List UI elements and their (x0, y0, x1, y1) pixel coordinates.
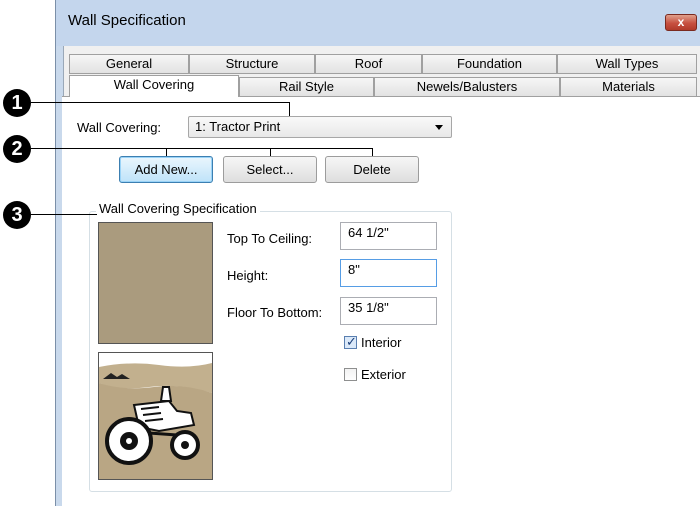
callout-2-leader-drop-a (166, 148, 167, 156)
exterior-label: Exterior (361, 367, 406, 382)
wall-covering-label: Wall Covering: (77, 120, 162, 135)
tab-wall-covering[interactable]: Wall Covering (69, 75, 239, 97)
add-new-button[interactable]: Add New... (119, 156, 213, 183)
select-button[interactable]: Select... (223, 156, 317, 183)
tab-foundation[interactable]: Foundation (422, 54, 557, 74)
color-swatch (98, 222, 213, 344)
close-button[interactable]: x (665, 14, 697, 31)
callout-1-leader-drop (289, 102, 290, 116)
callout-3-leader (31, 214, 97, 215)
callout-3: 3 (3, 201, 31, 229)
checkmark-icon: ✓ (346, 334, 357, 349)
group-title: Wall Covering Specification (96, 201, 260, 216)
callout-2-leader-drop-b (270, 148, 271, 156)
tab-rail-style[interactable]: Rail Style (239, 77, 374, 97)
interior-label: Interior (361, 335, 402, 350)
title-bar: Wall Specification x (56, 0, 700, 46)
tab-structure[interactable]: Structure (189, 54, 315, 74)
exterior-checkbox[interactable] (344, 368, 357, 381)
height-field[interactable]: 8" (340, 259, 437, 287)
tab-materials[interactable]: Materials (560, 77, 697, 97)
callout-1-leader (31, 102, 289, 103)
tractor-image (99, 353, 212, 479)
delete-button[interactable]: Delete (325, 156, 419, 183)
wall-covering-dropdown[interactable]: 1: Tractor Print (188, 116, 452, 138)
interior-checkbox[interactable]: ✓ (344, 334, 357, 349)
callout-2: 2 (3, 135, 31, 163)
tab-general[interactable]: General (69, 54, 189, 74)
tab-wall-types[interactable]: Wall Types (557, 54, 697, 74)
close-icon: x (677, 15, 685, 29)
tab-roof[interactable]: Roof (315, 54, 422, 74)
top-to-ceiling-label: Top To Ceiling: (227, 231, 313, 246)
tractor-print-preview (98, 352, 213, 480)
callout-2-leader-drop-c (372, 148, 373, 156)
chevron-down-icon (435, 125, 443, 130)
callout-2-leader (31, 148, 372, 149)
floor-to-bottom-label: Floor To Bottom: (227, 305, 323, 320)
wall-covering-selected: 1: Tractor Print (195, 119, 281, 134)
height-label: Height: (227, 268, 269, 283)
callout-1: 1 (3, 89, 31, 117)
floor-to-bottom-field[interactable]: 35 1/8" (340, 297, 437, 325)
window-title: Wall Specification (68, 12, 186, 29)
tab-newels-balusters[interactable]: Newels/Balusters (374, 77, 560, 97)
top-to-ceiling-field[interactable]: 64 1/2" (340, 222, 437, 250)
